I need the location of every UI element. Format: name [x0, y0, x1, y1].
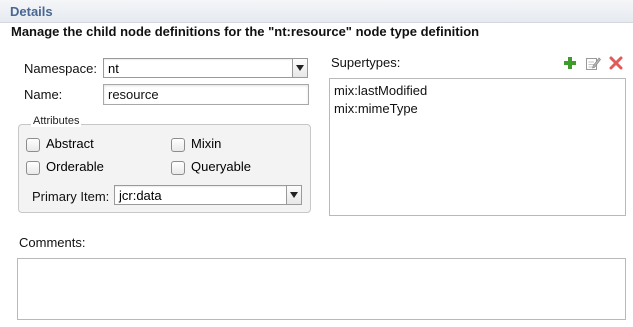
comments-textarea[interactable] — [17, 258, 626, 320]
primary-item-value: jcr:data — [119, 188, 162, 203]
chevron-down-icon[interactable] — [286, 186, 301, 204]
namespace-value: nt — [108, 61, 119, 76]
checkbox-box[interactable] — [26, 161, 40, 175]
add-icon[interactable] — [562, 55, 578, 71]
delete-icon[interactable] — [608, 55, 624, 71]
edit-icon[interactable] — [585, 55, 601, 71]
namespace-combo[interactable]: nt — [103, 58, 308, 78]
checkbox-box[interactable] — [26, 138, 40, 152]
name-field[interactable] — [103, 84, 309, 105]
orderable-label: Orderable — [46, 159, 104, 174]
list-item[interactable]: mix:lastModified — [334, 83, 427, 98]
primary-item-label: Primary Item: — [32, 189, 110, 204]
checkbox-box[interactable] — [171, 138, 185, 152]
mixin-label: Mixin — [191, 136, 222, 151]
queryable-label: Queryable — [191, 159, 251, 174]
section-description: Manage the child node definitions for th… — [11, 24, 480, 39]
comments-label: Comments: — [19, 235, 86, 250]
name-input[interactable] — [108, 87, 298, 102]
section-title: Details — [10, 4, 53, 19]
abstract-label: Abstract — [46, 136, 94, 151]
namespace-label: Namespace: — [24, 61, 97, 76]
section-header: Details — [0, 0, 633, 23]
attributes-title: Attributes — [31, 115, 82, 127]
supertypes-list[interactable]: mix:lastModified mix:mimeType — [329, 78, 626, 216]
supertypes-label: Supertypes: — [331, 55, 401, 70]
list-item[interactable]: mix:mimeType — [334, 101, 418, 116]
chevron-down-icon[interactable] — [292, 59, 307, 77]
primary-item-combo[interactable]: jcr:data — [114, 185, 302, 205]
name-label: Name: — [24, 87, 63, 102]
checkbox-box[interactable] — [171, 161, 185, 175]
